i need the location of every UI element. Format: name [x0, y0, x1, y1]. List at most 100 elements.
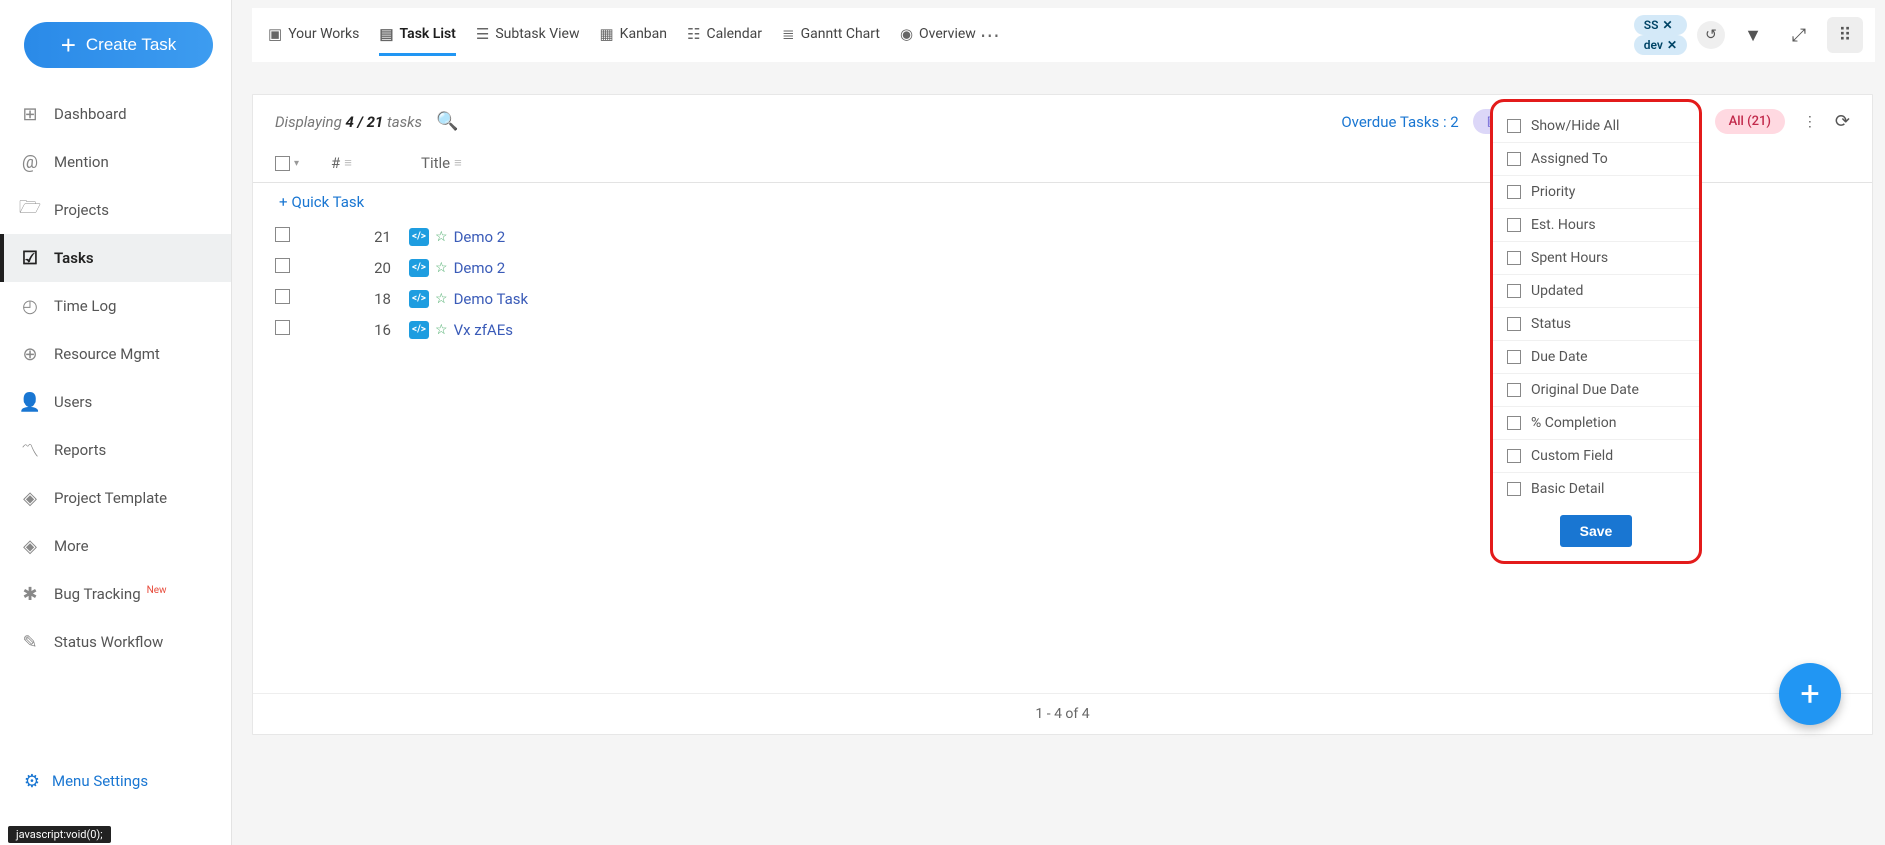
- sidebar: + Create Task ⊞ Dashboard@ Mention🗁 Proj…: [0, 0, 232, 845]
- filter-chip-ss[interactable]: SS ✕: [1634, 15, 1687, 35]
- search-icon[interactable]: 🔍: [436, 111, 458, 132]
- sidebar-item-resource-mgmt[interactable]: ⊕ Resource Mgmt: [0, 330, 231, 378]
- refresh-icon[interactable]: ⟳: [1835, 111, 1850, 132]
- showhide-option--completion[interactable]: % Completion: [1493, 407, 1699, 440]
- subtask-view-icon: ☰: [476, 25, 489, 43]
- sidebar-item-label: Status Workflow: [54, 633, 163, 651]
- showhide-option-due-date[interactable]: Due Date: [1493, 341, 1699, 374]
- projects-icon: 🗁: [20, 200, 40, 220]
- apps-grid-icon[interactable]: ⠿: [1827, 17, 1863, 53]
- view-tab-subtask-view[interactable]: ☰Subtask View: [476, 15, 580, 56]
- overview-icon: ◉: [900, 25, 913, 43]
- row-number: 18: [331, 290, 409, 308]
- sidebar-item-status-workflow[interactable]: ✎ Status Workflow: [0, 618, 231, 666]
- showhide-option-status[interactable]: Status: [1493, 308, 1699, 341]
- star-icon[interactable]: ☆: [435, 229, 448, 245]
- view-tab-task-list[interactable]: ▤Task List: [379, 15, 456, 56]
- task-link[interactable]: Demo 2: [454, 228, 506, 246]
- showhide-option-est-hours[interactable]: Est. Hours: [1493, 209, 1699, 242]
- view-tab-overview[interactable]: ◉Overview: [900, 15, 976, 56]
- expand-icon[interactable]: ⤢: [1781, 17, 1817, 53]
- sidebar-item-tasks[interactable]: ☑ Tasks: [0, 234, 231, 282]
- showhide-option-assigned-to[interactable]: Assigned To: [1493, 143, 1699, 176]
- topbar: ▣Your Works ▤Task List ☰Subtask View ▦Kanba…: [252, 8, 1875, 62]
- create-task-label: Create Task: [86, 35, 176, 55]
- row-checkbox[interactable]: [275, 289, 290, 304]
- mention-icon: @: [20, 152, 40, 172]
- status-workflow-icon: ✎: [20, 632, 40, 652]
- star-icon[interactable]: ☆: [435, 322, 448, 338]
- sidebar-item-label: Mention: [54, 153, 109, 171]
- filter-chip-dev[interactable]: dev ✕: [1634, 35, 1687, 55]
- checkbox[interactable]: [1507, 482, 1521, 496]
- sidebar-item-project-template[interactable]: ◈ Project Template: [0, 474, 231, 522]
- row-checkbox[interactable]: [275, 320, 290, 335]
- reports-icon: 〽: [20, 440, 40, 460]
- checkbox[interactable]: [1507, 416, 1521, 430]
- showhide-option-custom-field[interactable]: Custom Field: [1493, 440, 1699, 473]
- sidebar-item-label: Projects: [54, 201, 109, 219]
- view-tab-calendar[interactable]: ☷Calendar: [687, 15, 762, 56]
- sidebar-item-label: Users: [54, 393, 92, 411]
- menu-settings-label: Menu Settings: [52, 772, 148, 790]
- sidebar-item-bug-tracking[interactable]: ✱ Bug TrackingNew: [0, 570, 231, 618]
- checkbox[interactable]: [1507, 317, 1521, 331]
- sidebar-item-projects[interactable]: 🗁 Projects: [0, 186, 231, 234]
- plus-icon: +: [61, 32, 76, 58]
- close-icon[interactable]: ✕: [1667, 38, 1677, 52]
- all-filter-chip[interactable]: All (21): [1715, 109, 1785, 134]
- task-link[interactable]: Vx zfAEs: [454, 321, 513, 339]
- view-tabs: ▣Your Works ▤Task List ☰Subtask View ▦Kanba…: [252, 15, 976, 56]
- select-caret-icon[interactable]: ▾: [294, 158, 299, 169]
- checkbox[interactable]: [1507, 350, 1521, 364]
- kebab-icon[interactable]: ⋮: [1799, 110, 1821, 134]
- checkbox[interactable]: [1507, 218, 1521, 232]
- star-icon[interactable]: ☆: [435, 260, 448, 276]
- history-icon[interactable]: ↺: [1697, 21, 1725, 49]
- checkbox[interactable]: [1507, 284, 1521, 298]
- sidebar-item-users[interactable]: 👤 Users: [0, 378, 231, 426]
- column-header-title[interactable]: Title≡: [421, 154, 681, 172]
- sidebar-item-mention[interactable]: @ Mention: [0, 138, 231, 186]
- checkbox[interactable]: [1507, 185, 1521, 199]
- view-tab-ganntt-chart[interactable]: ≣Ganntt Chart: [782, 15, 880, 56]
- checkbox[interactable]: [1507, 119, 1521, 133]
- code-icon: </>: [409, 290, 429, 308]
- view-tab-kanban[interactable]: ▦Kanban: [599, 15, 667, 56]
- checkbox[interactable]: [1507, 449, 1521, 463]
- more-icon: ◈: [20, 536, 40, 556]
- select-all-checkbox[interactable]: [275, 156, 290, 171]
- task-link[interactable]: Demo Task: [454, 290, 529, 308]
- filter-icon[interactable]: ▼: [1735, 17, 1771, 53]
- task-link[interactable]: Demo 2: [454, 259, 506, 277]
- overdue-link[interactable]: Overdue Tasks : 2: [1341, 113, 1458, 131]
- checkbox[interactable]: [1507, 383, 1521, 397]
- close-icon[interactable]: ✕: [1662, 18, 1672, 32]
- showhide-option-basic-detail[interactable]: Basic Detail: [1493, 473, 1699, 505]
- more-views-icon[interactable]: ⋯: [976, 19, 1004, 51]
- star-icon[interactable]: ☆: [435, 291, 448, 307]
- save-button[interactable]: Save: [1560, 515, 1633, 547]
- sidebar-item-reports[interactable]: 〽 Reports: [0, 426, 231, 474]
- sidebar-item-dashboard[interactable]: ⊞ Dashboard: [0, 90, 231, 138]
- fab-add-button[interactable]: +: [1779, 663, 1841, 725]
- sidebar-item-label: Bug TrackingNew: [54, 585, 167, 603]
- column-header-num[interactable]: #≡: [331, 154, 421, 172]
- row-checkbox[interactable]: [275, 258, 290, 273]
- showhide-option-updated[interactable]: Updated: [1493, 275, 1699, 308]
- create-task-button[interactable]: + Create Task: [24, 22, 213, 68]
- showhide-option-priority[interactable]: Priority: [1493, 176, 1699, 209]
- checkbox[interactable]: [1507, 152, 1521, 166]
- menu-settings[interactable]: ⚙ Menu Settings: [0, 757, 231, 805]
- sidebar-item-time-log[interactable]: ◴ Time Log: [0, 282, 231, 330]
- showhide-option-show-hide-all[interactable]: Show/Hide All: [1493, 110, 1699, 143]
- view-tab-your-works[interactable]: ▣Your Works: [268, 15, 359, 56]
- ganntt-chart-icon: ≣: [782, 25, 795, 43]
- sidebar-item-more[interactable]: ◈ More: [0, 522, 231, 570]
- sidebar-item-label: Dashboard: [54, 105, 127, 123]
- showhide-option-original-due-date[interactable]: Original Due Date: [1493, 374, 1699, 407]
- sidebar-item-label: More: [54, 537, 89, 555]
- checkbox[interactable]: [1507, 251, 1521, 265]
- showhide-option-spent-hours[interactable]: Spent Hours: [1493, 242, 1699, 275]
- row-checkbox[interactable]: [275, 227, 290, 242]
